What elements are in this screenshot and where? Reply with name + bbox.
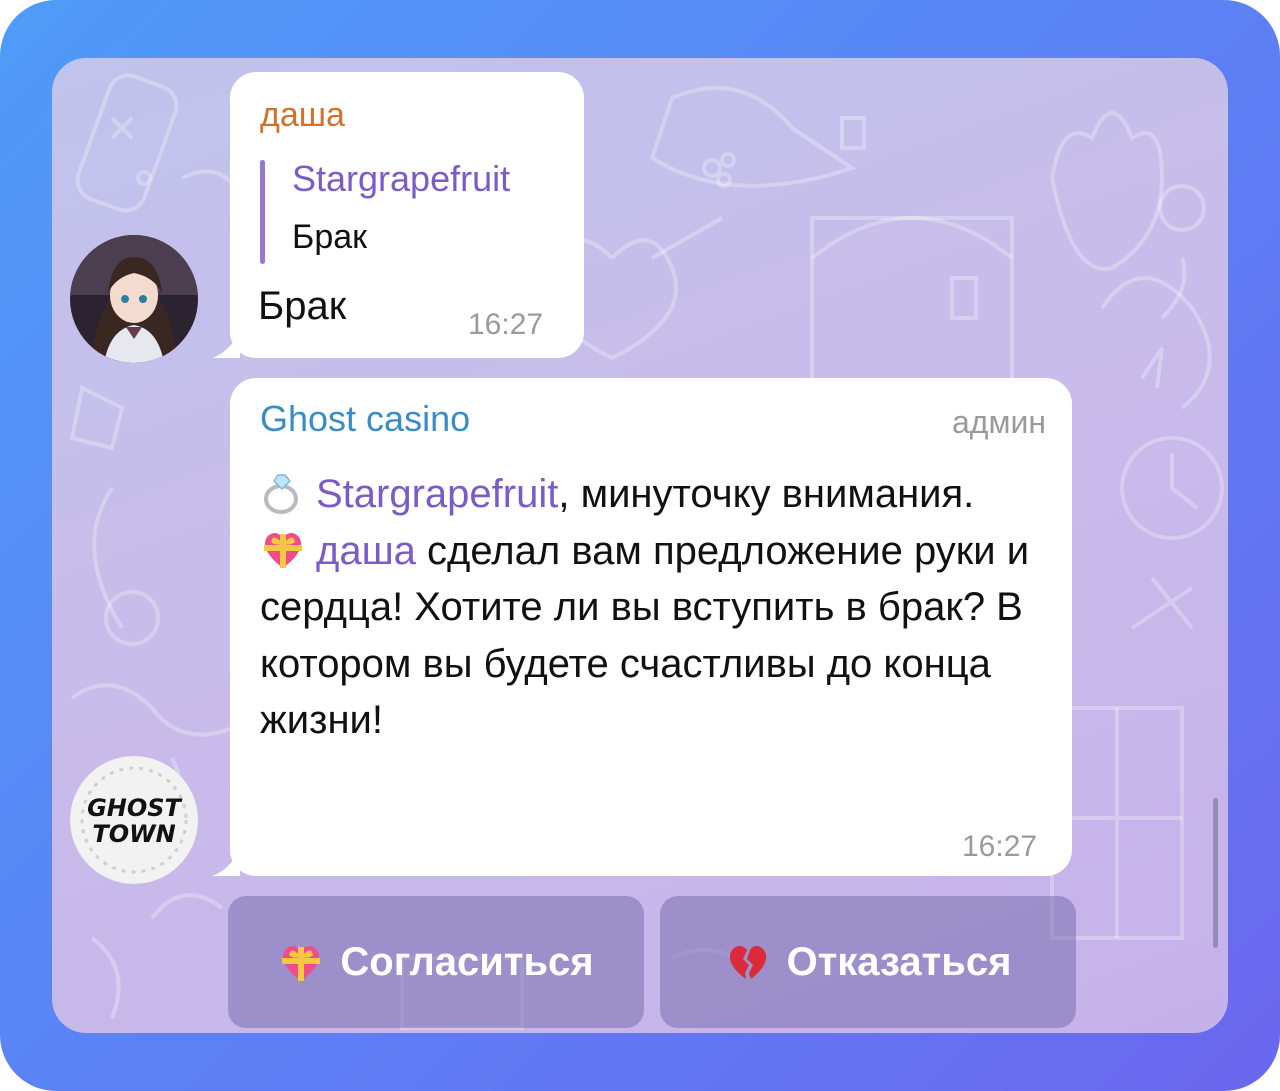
bot-logo-line1: GHOST — [87, 794, 182, 822]
sender-name[interactable]: даша — [260, 96, 345, 135]
decline-button[interactable]: Отказаться — [660, 896, 1076, 1028]
heart-gift-icon — [260, 526, 306, 572]
message-text: Брак — [258, 284, 347, 328]
app-frame: даша Stargrapefruit Брак Брак 16:27 GHOS… — [0, 0, 1280, 1091]
bot-logo-line2: TOWN — [92, 820, 175, 848]
ghost-town-logo-icon: GHOST TOWN — [70, 756, 198, 884]
anime-girl-avatar-icon — [70, 235, 198, 363]
reply-sender-name[interactable]: Stargrapefruit — [292, 158, 510, 200]
bot-sender-name[interactable]: Ghost casino — [260, 398, 470, 440]
message-body: Stargrapefruit, минуточку внимания. даша… — [260, 466, 1050, 749]
message-bubble-1[interactable]: даша Stargrapefruit Брак Брак 16:27 — [230, 72, 584, 358]
reply-quote-bar — [260, 160, 265, 264]
decline-button-label: Отказаться — [786, 939, 1012, 984]
chat-area[interactable]: даша Stargrapefruit Брак Брак 16:27 GHOS… — [52, 58, 1228, 1033]
reply-text: Брак — [292, 218, 368, 256]
ring-icon — [260, 469, 306, 515]
broken-heart-icon — [725, 939, 771, 985]
heart-gift-icon — [278, 939, 324, 985]
mention-proposer[interactable]: даша — [316, 529, 416, 573]
message-time-2: 16:27 — [962, 830, 1038, 863]
bubble-tail-2 — [212, 848, 240, 876]
message-bubble-2[interactable]: Ghost casino админ Stargrapefruit, минут… — [230, 378, 1072, 876]
bot-avatar[interactable]: GHOST TOWN — [70, 756, 198, 884]
accept-button-label: Согласиться — [340, 939, 594, 984]
admin-badge: админ — [951, 404, 1046, 440]
mention-user[interactable]: Stargrapefruit — [316, 472, 558, 516]
message-time: 16:27 — [468, 308, 544, 341]
accept-button[interactable]: Согласиться — [228, 896, 644, 1028]
user-avatar[interactable] — [70, 235, 198, 363]
bubble-tail — [212, 330, 240, 358]
scrollbar[interactable] — [1213, 798, 1218, 948]
text-line-1: , минуточку внимания. — [558, 472, 975, 516]
